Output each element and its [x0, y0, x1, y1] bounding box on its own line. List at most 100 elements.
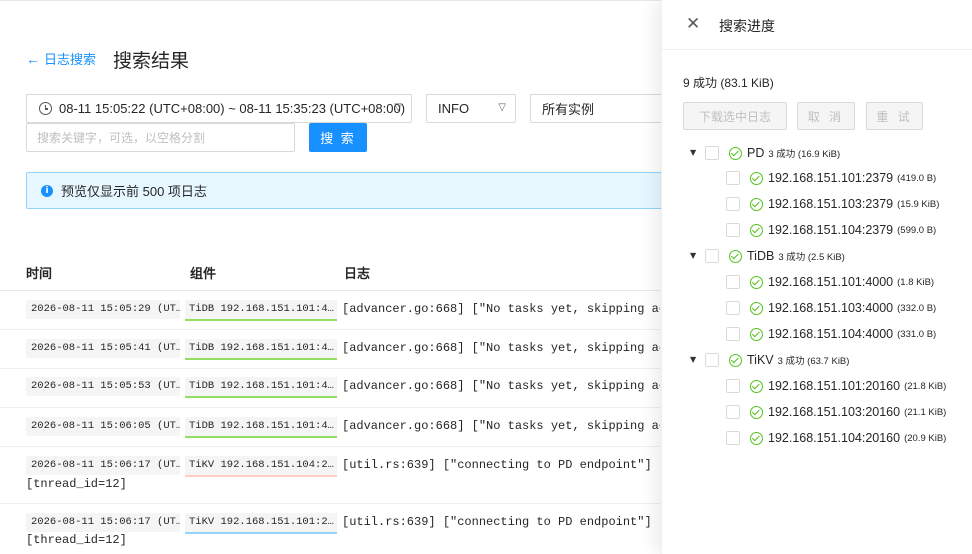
log-component: TiDB 192.168.151.101:4… — [185, 339, 337, 360]
tree-item[interactable]: 192.168.151.101:4000 (1.8 KiB) — [726, 272, 934, 292]
table-row[interactable]: 2026-08-11 15:05:29 (UT… TiDB 192.168.15… — [0, 291, 660, 330]
log-component: TiDB 192.168.151.101:4… — [185, 300, 337, 321]
download-selected-logs-button[interactable]: 下载选中日志 — [683, 102, 787, 130]
tree-item[interactable]: 192.168.151.103:4000 (332.0 B) — [726, 298, 936, 318]
column-header-time: 时间 — [26, 266, 53, 281]
log-time: 2026-08-11 15:05:41 (UT… — [26, 339, 180, 358]
log-time: 2026-08-11 15:06:17 (UT… — [26, 513, 180, 532]
checkbox[interactable] — [705, 353, 719, 367]
tree-item[interactable]: 192.168.151.103:20160 (21.1 KiB) — [726, 402, 946, 422]
checkbox[interactable] — [726, 379, 740, 393]
check-circle-icon — [729, 353, 742, 367]
instance-address: 192.168.151.101:20160 — [768, 379, 901, 393]
log-level-select[interactable]: INFO ▽ — [426, 94, 516, 123]
checkbox[interactable] — [726, 327, 740, 341]
caret-down-icon[interactable]: ▼ — [690, 148, 696, 157]
instance-size: (599.0 B) — [897, 224, 937, 236]
check-circle-icon — [750, 431, 763, 445]
retry-button[interactable]: 重 试 — [866, 102, 923, 130]
info-icon: i — [41, 184, 53, 197]
instance-size: (1.8 KiB) — [897, 276, 935, 288]
alert-text: 预览仅显示前 500 项日志 — [61, 184, 207, 199]
checkbox[interactable] — [726, 301, 740, 315]
tree-group-tidb[interactable]: TiDB 3 成功 (2.5 KiB) — [705, 246, 845, 266]
chevron-down-icon: ▽ — [498, 102, 506, 113]
tree-item[interactable]: 192.168.151.101:20160 (21.8 KiB) — [726, 376, 946, 396]
group-summary: 3 成功 (2.5 KiB) — [778, 252, 845, 263]
table-row[interactable]: 2026-08-11 15:05:41 (UT… TiDB 192.168.15… — [0, 330, 660, 369]
instance-select[interactable]: 所有实例 — [530, 94, 670, 123]
close-icon[interactable]: ✕ — [686, 14, 702, 34]
drawer-title: 搜索进度 — [719, 18, 775, 34]
instance-size: (332.0 B) — [897, 302, 937, 314]
instance-size: (15.9 KiB) — [897, 198, 940, 210]
table-row[interactable]: 2026-08-11 15:06:17 (UT… TiKV 192.168.15… — [0, 447, 660, 504]
checkbox[interactable] — [726, 223, 740, 237]
instance-size: (419.0 B) — [897, 172, 937, 184]
caret-down-icon[interactable]: ▼ — [690, 251, 696, 260]
log-component: TiKV 192.168.151.104:2… — [185, 456, 337, 477]
drawer-header: ✕ 搜索进度 — [662, 0, 972, 50]
instance-address: 192.168.151.101:2379 — [768, 171, 894, 185]
search-button[interactable]: 搜 索 — [309, 123, 367, 152]
log-component: TiDB 192.168.151.101:4… — [185, 377, 337, 398]
instance-select-value: 所有实例 — [542, 102, 595, 117]
group-name: TiDB — [747, 249, 775, 263]
time-range-picker[interactable]: 08-11 15:05:22 (UTC+08:00) ~ 08-11 15:35… — [26, 94, 412, 123]
instance-size: (21.8 KiB) — [904, 380, 947, 392]
table-row[interactable]: 2026-08-11 15:06:05 (UT… TiDB 192.168.15… — [0, 408, 660, 447]
check-circle-icon — [729, 146, 742, 160]
tree-group-pd[interactable]: PD 3 成功 (16.9 KiB) — [705, 143, 840, 163]
check-circle-icon — [750, 379, 763, 393]
chevron-down-icon: ▽ — [394, 102, 402, 113]
log-message: [advancer.go:668] ["No tasks yet, skippi… — [342, 302, 660, 316]
checkbox[interactable] — [705, 146, 719, 160]
log-message-continued: [tnread_id=12] — [26, 477, 127, 491]
checkbox[interactable] — [726, 405, 740, 419]
table-row[interactable]: 2026-08-11 15:05:53 (UT… TiDB 192.168.15… — [0, 369, 660, 408]
tree-item[interactable]: 192.168.151.101:2379 (419.0 B) — [726, 168, 936, 188]
tree-item[interactable]: 192.168.151.104:2379 (599.0 B) — [726, 220, 936, 240]
page-title: 搜索结果 — [113, 51, 190, 72]
log-component: TiKV 192.168.151.101:2… — [185, 513, 337, 534]
log-level-value: INFO — [438, 101, 470, 116]
checkbox[interactable] — [726, 197, 740, 211]
instance-size: (21.1 KiB) — [904, 406, 947, 418]
tree-item[interactable]: 192.168.151.104:4000 (331.0 B) — [726, 324, 936, 344]
check-circle-icon — [750, 171, 763, 185]
back-link-label: 日志搜索 — [44, 52, 97, 67]
cancel-button[interactable]: 取 消 — [797, 102, 855, 130]
tree-group-tikv[interactable]: TiKV 3 成功 (63.7 KiB) — [705, 350, 849, 370]
log-message: [util.rs:639] ["connecting to PD endpoin… — [342, 458, 660, 472]
column-header-log: 日志 — [344, 266, 371, 281]
column-header-component: 组件 — [190, 266, 217, 281]
table-row[interactable]: 2026-08-11 15:06:17 (UT… TiKV 192.168.15… — [0, 504, 660, 554]
arrow-left-icon: ← — [26, 50, 40, 67]
checkbox[interactable] — [726, 431, 740, 445]
group-summary: 3 成功 (16.9 KiB) — [768, 149, 841, 160]
instance-address: 192.168.151.101:4000 — [768, 275, 894, 289]
group-name: TiKV — [747, 353, 774, 367]
checkbox[interactable] — [726, 171, 740, 185]
instance-address: 192.168.151.103:2379 — [768, 197, 894, 211]
log-time: 2026-08-11 15:05:53 (UT… — [26, 377, 180, 396]
instance-address: 192.168.151.104:2379 — [768, 223, 894, 237]
log-message: [util.rs:639] ["connecting to PD endpoin… — [342, 515, 660, 529]
check-circle-icon — [750, 223, 763, 237]
log-message: [advancer.go:668] ["No tasks yet, skippi… — [342, 341, 660, 355]
clock-icon — [39, 102, 52, 115]
log-time: 2026-08-11 15:06:17 (UT… — [26, 456, 180, 475]
caret-down-icon[interactable]: ▼ — [690, 355, 696, 364]
tree-item[interactable]: 192.168.151.103:2379 (15.9 KiB) — [726, 194, 939, 214]
tree-item[interactable]: 192.168.151.104:20160 (20.9 KiB) — [726, 428, 946, 448]
keyword-search-input[interactable] — [26, 123, 295, 152]
group-summary: 3 成功 (63.7 KiB) — [777, 356, 850, 367]
back-to-log-search-link[interactable]: ← 日志搜索 — [26, 49, 96, 68]
checkbox[interactable] — [705, 249, 719, 263]
check-circle-icon — [750, 275, 763, 289]
checkbox[interactable] — [726, 275, 740, 289]
log-time: 2026-08-11 15:06:05 (UT… — [26, 417, 180, 436]
group-name: PD — [747, 146, 765, 160]
check-circle-icon — [750, 197, 763, 211]
log-message-continued: [thread_id=12] — [26, 533, 127, 547]
